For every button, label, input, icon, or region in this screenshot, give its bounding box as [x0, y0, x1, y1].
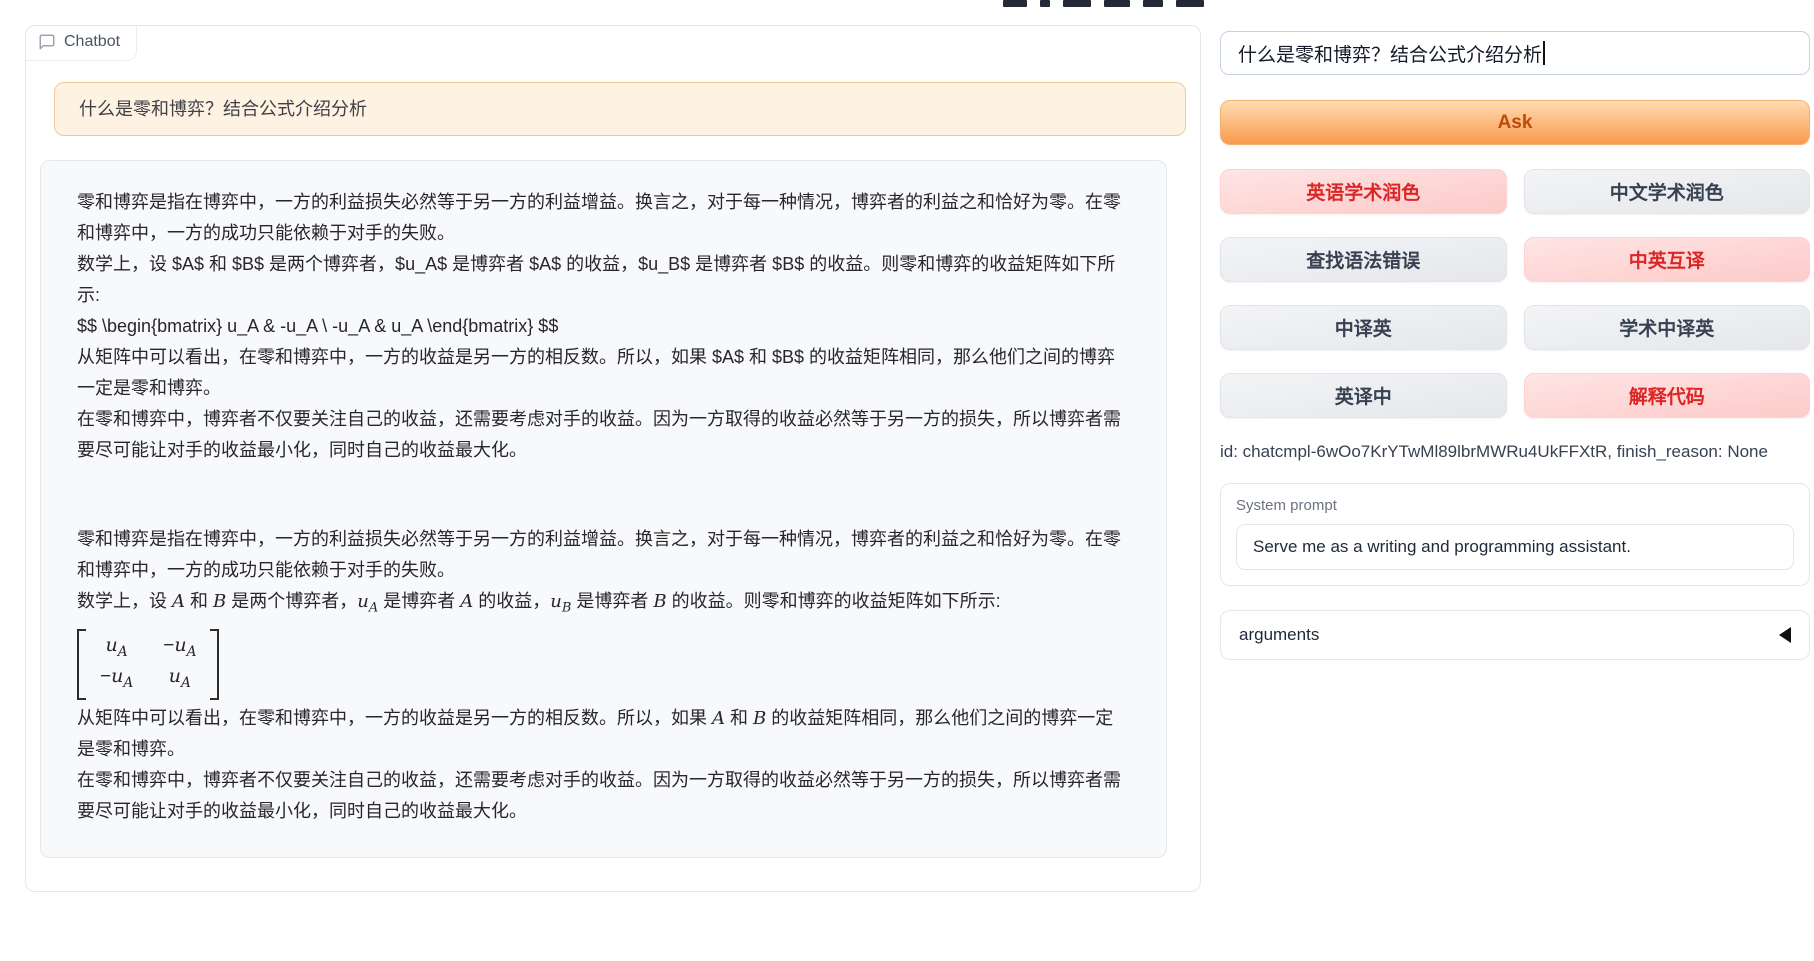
bot-paragraph: 零和博弈是指在博弈中，一方的利益损失必然等于另一方的利益增益。换言之，对于每一种… — [77, 187, 1130, 249]
quick-button-8[interactable]: 解释代码 — [1524, 373, 1811, 418]
question-input[interactable]: 什么是零和博弈？结合公式介绍分析 — [1220, 31, 1810, 75]
quick-buttons-grid: 英语学术润色中文学术润色查找语法错误中英互译中译英学术中译英英译中解释代码 — [1220, 169, 1810, 418]
quick-button-5[interactable]: 中译英 — [1220, 305, 1507, 350]
title-glyph-fragment — [1003, 0, 1027, 7]
chatbot-label: Chatbot — [26, 26, 137, 61]
title-glyph-fragment — [1040, 0, 1050, 7]
page-title-cropped — [1003, 0, 1204, 7]
quick-button-4[interactable]: 中英互译 — [1524, 237, 1811, 282]
question-input-value: 什么是零和博弈？结合公式介绍分析 — [1238, 40, 1542, 67]
title-glyph-fragment — [1176, 0, 1204, 7]
quick-button-6[interactable]: 学术中译英 — [1524, 305, 1811, 350]
quick-button-7[interactable]: 英译中 — [1220, 373, 1507, 418]
text-cursor — [1543, 41, 1545, 65]
chatbot-label-text: Chatbot — [64, 33, 120, 51]
bot-paragraph: 在零和博弈中，博弈者不仅要关注自己的收益，还需要考虑对手的收益。因为一方取得的收… — [77, 404, 1130, 466]
bot-paragraph: 零和博弈是指在博弈中，一方的利益损失必然等于另一方的利益增益。换言之，对于每一种… — [77, 524, 1130, 586]
quick-button-1[interactable]: 英语学术润色 — [1220, 169, 1507, 214]
composer-column: 什么是零和博弈？结合公式介绍分析 Ask 英语学术润色中文学术润色查找语法错误中… — [1220, 31, 1810, 660]
message-gap — [77, 466, 1130, 524]
arguments-accordion-label: arguments — [1239, 625, 1319, 645]
matrix-right-bracket — [210, 629, 219, 701]
title-glyph-fragment — [1063, 0, 1091, 7]
user-message-text: 什么是零和博弈？结合公式介绍分析 — [79, 99, 367, 119]
bot-paragraph: $$ \begin{bmatrix} u_A & -u_A \ -u_A & u… — [77, 311, 1130, 342]
quick-button-2[interactable]: 中文学术润色 — [1524, 169, 1811, 214]
quick-button-3[interactable]: 查找语法错误 — [1220, 237, 1507, 282]
app-root: Chatbot 什么是零和博弈？结合公式介绍分析 零和博弈是指在博弈中，一方的利… — [0, 0, 1814, 961]
chatbot-panel: Chatbot 什么是零和博弈？结合公式介绍分析 零和博弈是指在博弈中，一方的利… — [25, 25, 1201, 892]
bot-paragraph: 从矩阵中可以看出，在零和博弈中，一方的收益是另一方的相反数。所以，如果 $A$ … — [77, 342, 1130, 404]
system-prompt-label: System prompt — [1236, 497, 1794, 514]
bot-paragraph: 数学上，设 A 和 B 是两个博弈者，uA 是博弈者 A 的收益，uB 是博弈者… — [77, 586, 1130, 624]
bot-paragraph: 在零和博弈中，博弈者不仅要关注自己的收益，还需要考虑对手的收益。因为一方取得的收… — [77, 765, 1130, 827]
response-status: id: chatcmpl-6wOo7KrYTwMl89lbrMWRu4UkFFX… — [1220, 442, 1810, 462]
user-message: 什么是零和博弈？结合公式介绍分析 — [54, 82, 1186, 136]
bot-paragraph: 数学上，设 $A$ 和 $B$ 是两个博弈者，$u_A$ 是博弈者 $A$ 的收… — [77, 249, 1130, 311]
bot-message: 零和博弈是指在博弈中，一方的利益损失必然等于另一方的利益增益。换言之，对于每一种… — [40, 160, 1167, 858]
system-prompt-input[interactable]: Serve me as a writing and programming as… — [1236, 524, 1794, 570]
matrix-left-bracket — [77, 629, 86, 701]
system-prompt-card: System prompt Serve me as a writing and … — [1220, 483, 1810, 586]
payoff-matrix: uA−uA−uAuA — [77, 629, 219, 701]
title-glyph-fragment — [1104, 0, 1130, 7]
title-glyph-fragment — [1143, 0, 1163, 7]
collapse-arrow-icon — [1779, 627, 1791, 643]
ask-button[interactable]: Ask — [1220, 100, 1810, 145]
bot-rendered-section: 零和博弈是指在博弈中，一方的利益损失必然等于另一方的利益增益。换言之，对于每一种… — [77, 524, 1130, 827]
arguments-accordion[interactable]: arguments — [1220, 610, 1810, 660]
bot-paragraph: 从矩阵中可以看出，在零和博弈中，一方的收益是另一方的相反数。所以，如果 A 和 … — [77, 703, 1130, 765]
chat-bubble-icon — [38, 33, 56, 51]
bot-raw-section: 零和博弈是指在博弈中，一方的利益损失必然等于另一方的利益增益。换言之，对于每一种… — [77, 187, 1130, 466]
